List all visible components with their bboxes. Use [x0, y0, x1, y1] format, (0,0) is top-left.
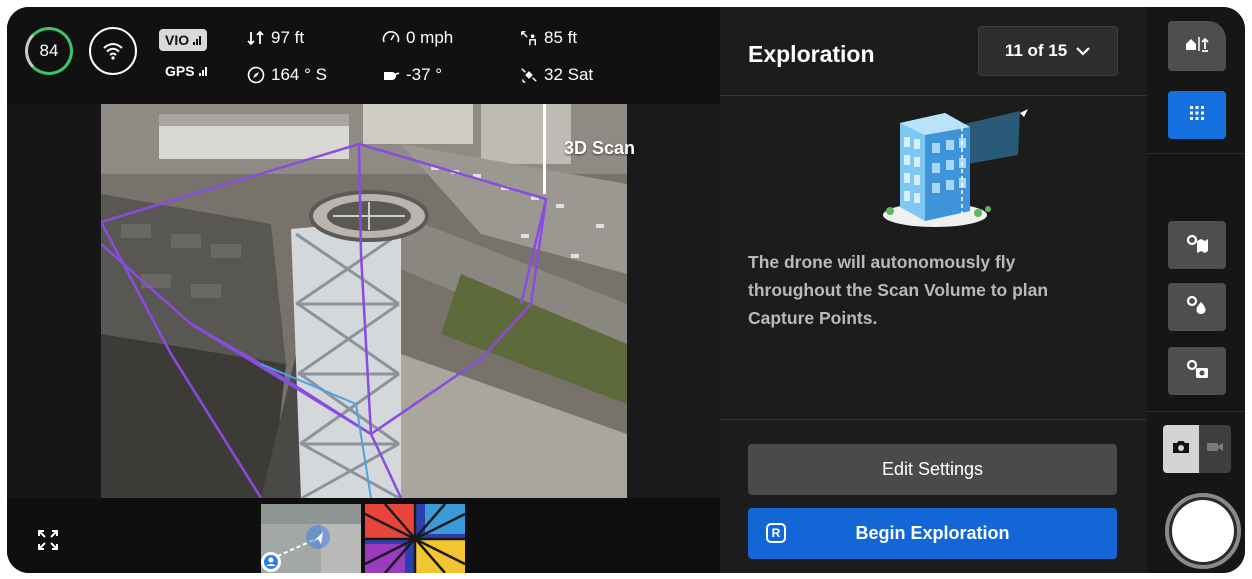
gear-camera-icon: [1185, 358, 1209, 385]
battery-indicator[interactable]: 84: [25, 27, 73, 75]
obstacle-settings-button[interactable]: [1168, 283, 1226, 331]
capture-mode-toggle[interactable]: [1163, 425, 1231, 473]
panel-title: Exploration: [748, 41, 875, 67]
wifi-icon[interactable]: [89, 27, 137, 75]
home-distance-icon: [520, 29, 538, 47]
camera-feed: 3D Scan 84 VIO GPS 97 ft 164 ° S 0 mph -…: [7, 7, 720, 573]
app-frame: 3D Scan 84 VIO GPS 97 ft 164 ° S 0 mph -…: [7, 7, 1245, 573]
camera-settings-button[interactable]: [1168, 347, 1226, 395]
shutter-button[interactable]: [1165, 493, 1241, 569]
begin-exploration-button[interactable]: R Begin Exploration: [748, 508, 1117, 559]
control-sidebar: [1147, 7, 1245, 573]
video-icon: [1206, 440, 1224, 458]
speed-readout: 0 mph: [382, 28, 453, 48]
gimbal-readout: -37 °: [382, 65, 442, 85]
altitude-value: 97 ft: [271, 28, 305, 47]
gear-drop-icon: [1185, 294, 1209, 321]
gps-signal-icon: [198, 66, 207, 76]
altitude-arrows-icon: [247, 29, 265, 47]
video-view[interactable]: [101, 104, 627, 498]
video-mode-option[interactable]: [1199, 425, 1231, 473]
camera-icon: [1172, 440, 1190, 459]
grid-icon: [1189, 105, 1205, 126]
aerial-scene: [101, 104, 627, 498]
speed-value: 0 mph: [406, 28, 454, 47]
step-counter-dropdown[interactable]: 11 of 15: [978, 26, 1118, 76]
heading-readout: 164 ° S: [247, 65, 327, 85]
compass-icon: [247, 66, 265, 84]
r-key-icon: R: [766, 523, 786, 543]
home-return-icon: [1184, 35, 1210, 58]
speedometer-icon: [382, 29, 400, 47]
satellite-value: 32 Sat: [544, 65, 594, 84]
gimbal-value: -37 °: [406, 65, 443, 84]
panel-divider-top: [720, 95, 1147, 96]
map-thumbnail[interactable]: [261, 504, 361, 573]
satellite-icon: [520, 66, 538, 84]
edit-settings-button[interactable]: Edit Settings: [748, 444, 1117, 495]
bottom-strip: [7, 498, 720, 573]
map-settings-button[interactable]: [1168, 221, 1226, 269]
feed-side-shade: [627, 104, 720, 498]
thermal-thumbnail[interactable]: [365, 504, 465, 573]
gps-status: GPS: [165, 63, 207, 79]
telemetry-bar: 84 VIO GPS 97 ft 164 ° S 0 mph -37 ° 85 …: [7, 7, 720, 104]
vio-label: VIO: [165, 32, 190, 48]
sidebar-divider-2: [1147, 411, 1245, 412]
panel-divider-bottom: [720, 419, 1147, 420]
distance-readout: 85 ft: [520, 28, 577, 48]
vio-signal-icon: [193, 35, 202, 45]
gps-label: GPS: [165, 63, 195, 79]
altitude-readout: 97 ft: [247, 28, 304, 48]
satellite-readout: 32 Sat: [520, 65, 593, 85]
scan-mode-label: 3D Scan: [564, 138, 636, 158]
home-return-button[interactable]: [1168, 21, 1226, 71]
sidebar-divider: [1147, 153, 1245, 154]
vio-status: VIO: [159, 29, 208, 51]
photo-mode-option[interactable]: [1163, 425, 1199, 473]
building-scan-illustration: [870, 103, 1040, 233]
scan-indicator-line: [543, 104, 546, 194]
expand-icon[interactable]: [37, 529, 59, 551]
chevron-down-icon: [1075, 41, 1091, 61]
step-counter-label: 11 of 15: [1004, 41, 1068, 60]
distance-value: 85 ft: [544, 28, 578, 47]
battery-level: 84: [39, 41, 59, 60]
shutter-inner: [1172, 500, 1234, 562]
map-gear-icon: [1185, 233, 1209, 258]
menu-grid-button[interactable]: [1168, 91, 1226, 139]
begin-exploration-label: Begin Exploration: [855, 523, 1010, 543]
exploration-panel: Exploration 11 of 15 The drone will auto…: [720, 7, 1147, 573]
exploration-description: The drone will autonomously fly througho…: [748, 252, 1049, 328]
gimbal-icon: [382, 66, 400, 84]
heading-value: 164 ° S: [271, 65, 327, 84]
